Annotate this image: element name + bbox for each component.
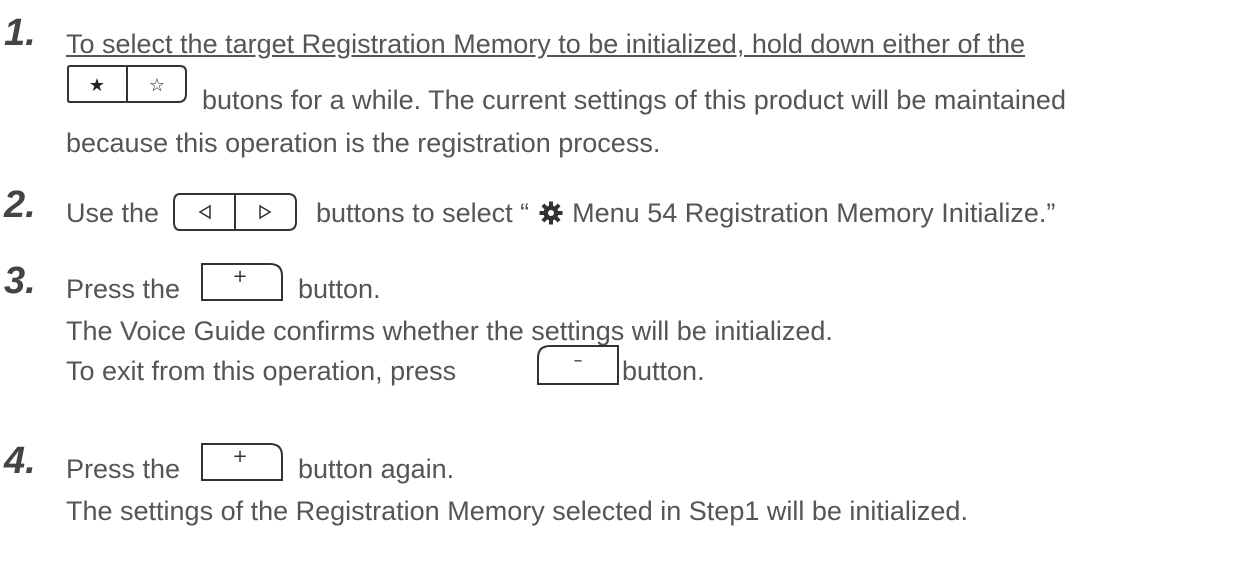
plus-icon: +: [232, 446, 247, 467]
step-4-line-2: The settings of the Registration Memory …: [66, 496, 968, 526]
plus-button-key: +: [200, 262, 284, 302]
step-4-line-1: Press the: [66, 454, 181, 484]
step-3-line-3-rest: button.: [622, 356, 705, 386]
step-2-line-rest: buttons to select “ Menu 54 Registration…: [316, 197, 1055, 232]
arrow-right-icon: [259, 204, 272, 220]
plus-button-key-2: +: [200, 442, 284, 482]
gear-icon: [539, 200, 563, 232]
arrow-left-icon: [198, 204, 211, 220]
star-filled-icon: ★: [89, 75, 105, 96]
step-4-line-1-rest: button again.: [298, 454, 455, 484]
step-4-number: 4.: [4, 440, 36, 482]
step-1-line-3: because this operation is the registrati…: [66, 128, 661, 158]
step-2-line: Use the: [66, 198, 160, 228]
step-3-line-1: Press the: [66, 274, 181, 304]
step-1-line-1-text: To select the target Registration Memory…: [66, 29, 1026, 59]
step-2-number: 2.: [4, 184, 36, 226]
star-buttons-key: ★ ☆: [66, 64, 188, 104]
star-outline-icon: ☆: [149, 75, 165, 96]
plus-icon: +: [232, 266, 247, 287]
minus-button-key: –: [536, 344, 620, 386]
step-1-number: 1.: [4, 12, 36, 54]
step-1-line-1: To select the target Registration Memory…: [66, 28, 1025, 60]
step-3-line-2: The Voice Guide confirms whether the set…: [66, 316, 833, 346]
step-1-line-2: butons for a while. The current settings…: [202, 85, 1066, 115]
minus-icon: –: [574, 350, 583, 371]
step-3-number: 3.: [4, 260, 36, 302]
step-3-line-3: To exit from this operation, press: [66, 356, 457, 386]
arrow-buttons-key: [172, 192, 298, 232]
step-3-line-1-rest: button.: [298, 274, 381, 304]
